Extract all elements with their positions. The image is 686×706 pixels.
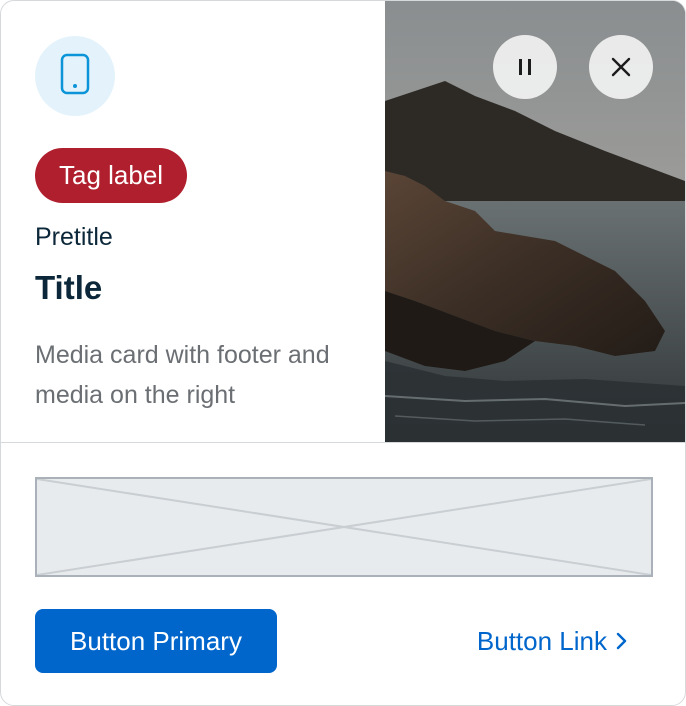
mobile-phone-icon bbox=[60, 53, 90, 100]
tag-label: Tag label bbox=[35, 148, 188, 203]
close-button[interactable] bbox=[589, 35, 653, 99]
pretitle: Pretitle bbox=[35, 223, 113, 251]
link-button-label: Button Link bbox=[476, 626, 607, 656]
chevron-right-icon bbox=[615, 609, 627, 673]
media-card: Tag label Pretitle Title Media card with… bbox=[0, 0, 686, 706]
primary-button[interactable]: Button Primary bbox=[35, 609, 277, 673]
card-description: Media card with footer and media on the … bbox=[35, 341, 330, 409]
pause-icon bbox=[516, 57, 534, 77]
placeholder-slot bbox=[35, 477, 653, 577]
card-content: Tag label Pretitle Title Media card with… bbox=[1, 1, 685, 443]
media-image bbox=[385, 1, 685, 442]
pause-button[interactable] bbox=[493, 35, 557, 99]
card-title: Title bbox=[35, 269, 103, 306]
close-icon bbox=[610, 56, 632, 78]
icon-container bbox=[35, 36, 115, 116]
link-button[interactable]: Button Link bbox=[477, 609, 627, 673]
